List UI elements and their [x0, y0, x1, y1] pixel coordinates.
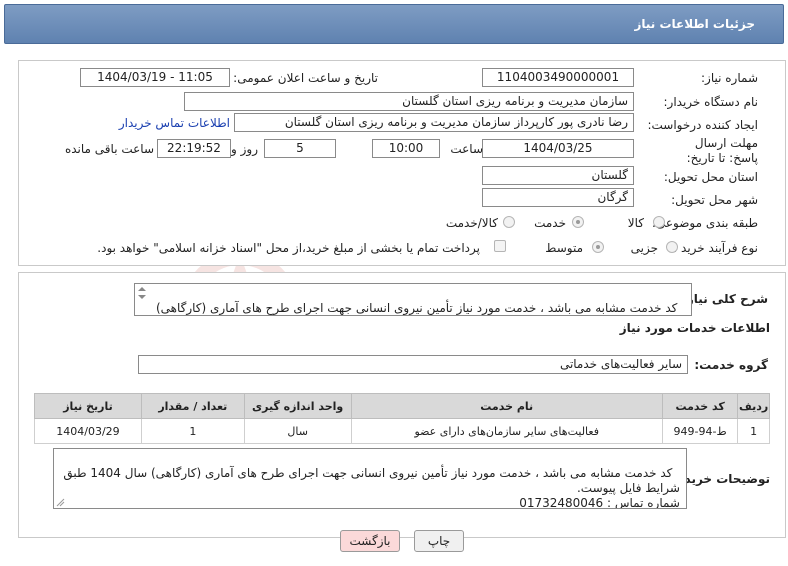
summary-text: کد خدمت مشابه می باشد ، خدمت مورد نیاز ت…: [155, 301, 678, 315]
col-header-code: کد خدمت: [661, 393, 739, 419]
resize-arrows-icon: [138, 287, 146, 299]
category-radio-goods[interactable]: [653, 216, 665, 228]
cell-index: 1: [737, 418, 770, 444]
creator-label: ایجاد کننده درخواست:: [647, 118, 758, 132]
cell-code: ط-94-949: [661, 418, 739, 444]
need-number-field: 1104003490000001: [482, 68, 634, 87]
process-radio-minor[interactable]: [666, 241, 678, 253]
cell-quantity: 1: [140, 418, 245, 444]
process-option-medium: متوسط: [545, 241, 583, 255]
table-row: 1 ط-94-949 فعالیت‌های سایر سازمان‌های دا…: [34, 418, 770, 444]
back-button[interactable]: بازگشت: [340, 530, 400, 552]
page-header: جزئیات اطلاعات نیاز: [4, 4, 784, 44]
announce-date-label: تاریخ و ساعت اعلان عمومی:: [233, 71, 378, 85]
days-label: روز و: [231, 142, 258, 156]
buyer-org-field: سازمان مدیریت و برنامه ریزی استان گلستان: [184, 92, 634, 111]
province-label: استان محل تحویل:: [663, 170, 758, 184]
treasury-payment-note: پرداخت تمام یا بخشی از مبلغ خرید،از محل …: [97, 241, 480, 255]
treasury-payment-checkbox[interactable]: [494, 240, 506, 252]
need-number-label: شماره نیاز:: [701, 71, 758, 85]
deadline-time-field: 10:00: [372, 139, 440, 158]
service-group-label: گروه خدمت:: [694, 358, 768, 372]
need-info-panel: [18, 60, 786, 266]
summary-textarea[interactable]: کد خدمت مشابه می باشد ، خدمت مورد نیاز ت…: [134, 283, 692, 316]
process-type-label: نوع فرآیند خرید :: [673, 241, 758, 255]
category-option-service: خدمت: [534, 216, 566, 230]
col-header-quantity: تعداد / مقدار: [140, 393, 245, 419]
summary-label: شرح کلی نیاز:: [682, 292, 768, 306]
days-remaining-field: 5: [264, 139, 336, 158]
announce-date-field: 1404/03/19 - 11:05: [80, 68, 230, 87]
province-field: گلستان: [482, 166, 634, 185]
print-button[interactable]: چاپ: [414, 530, 464, 552]
deadline-label: مهلت ارسال پاسخ: تا تاریخ:: [686, 136, 758, 165]
category-radio-goods-service[interactable]: [503, 216, 515, 228]
services-section-title: اطلاعات خدمات مورد نیاز: [619, 321, 770, 335]
remaining-time-field: 22:19:52: [157, 139, 231, 158]
cell-name: فعالیت‌های سایر سازمان‌های دارای عضو: [350, 418, 663, 444]
process-option-minor: جزیی: [630, 241, 658, 255]
city-field: گرگان: [482, 188, 634, 207]
resize-grip-icon: [56, 498, 65, 507]
buyer-org-label: نام دستگاه خریدار:: [663, 95, 759, 109]
category-option-goods-service: کالا/خدمت: [445, 216, 498, 230]
col-header-unit: واحد اندازه گیری: [243, 393, 352, 419]
page-title: جزئیات اطلاعات نیاز: [634, 17, 755, 31]
process-radio-medium[interactable]: [592, 241, 604, 253]
buyer-contact-link[interactable]: اطلاعات تماس خریدار: [119, 116, 230, 130]
col-header-date: تاریخ نیاز: [34, 393, 142, 419]
buyer-notes-textarea[interactable]: کد خدمت مشابه می باشد ، خدمت مورد نیاز ت…: [53, 448, 687, 509]
service-group-field: سایر فعالیت‌های خدماتی: [138, 355, 688, 374]
city-label: شهر محل تحویل:: [671, 193, 758, 207]
col-header-index: ردیف: [737, 393, 770, 419]
deadline-date-field: 1404/03/25: [482, 139, 634, 158]
cell-unit: سال: [243, 418, 352, 444]
remaining-time-label: ساعت باقی مانده: [64, 142, 154, 156]
buyer-notes-text: کد خدمت مشابه می باشد ، خدمت مورد نیاز ت…: [63, 466, 680, 509]
services-table-header: ردیف کد خدمت نام خدمت واحد اندازه گیری ت…: [34, 393, 770, 419]
col-header-name: نام خدمت: [350, 393, 663, 419]
category-option-goods: کالا: [627, 216, 644, 230]
category-label: طبقه بندی موضوعی:: [651, 216, 758, 230]
category-radio-service[interactable]: [572, 216, 584, 228]
creator-field: رضا نادری پور کارپرداز سازمان مدیریت و ب…: [234, 113, 634, 132]
services-table: ردیف کد خدمت نام خدمت واحد اندازه گیری ت…: [34, 393, 770, 444]
deadline-time-label: ساعت: [450, 142, 483, 156]
cell-date: 1404/03/29: [34, 418, 142, 444]
